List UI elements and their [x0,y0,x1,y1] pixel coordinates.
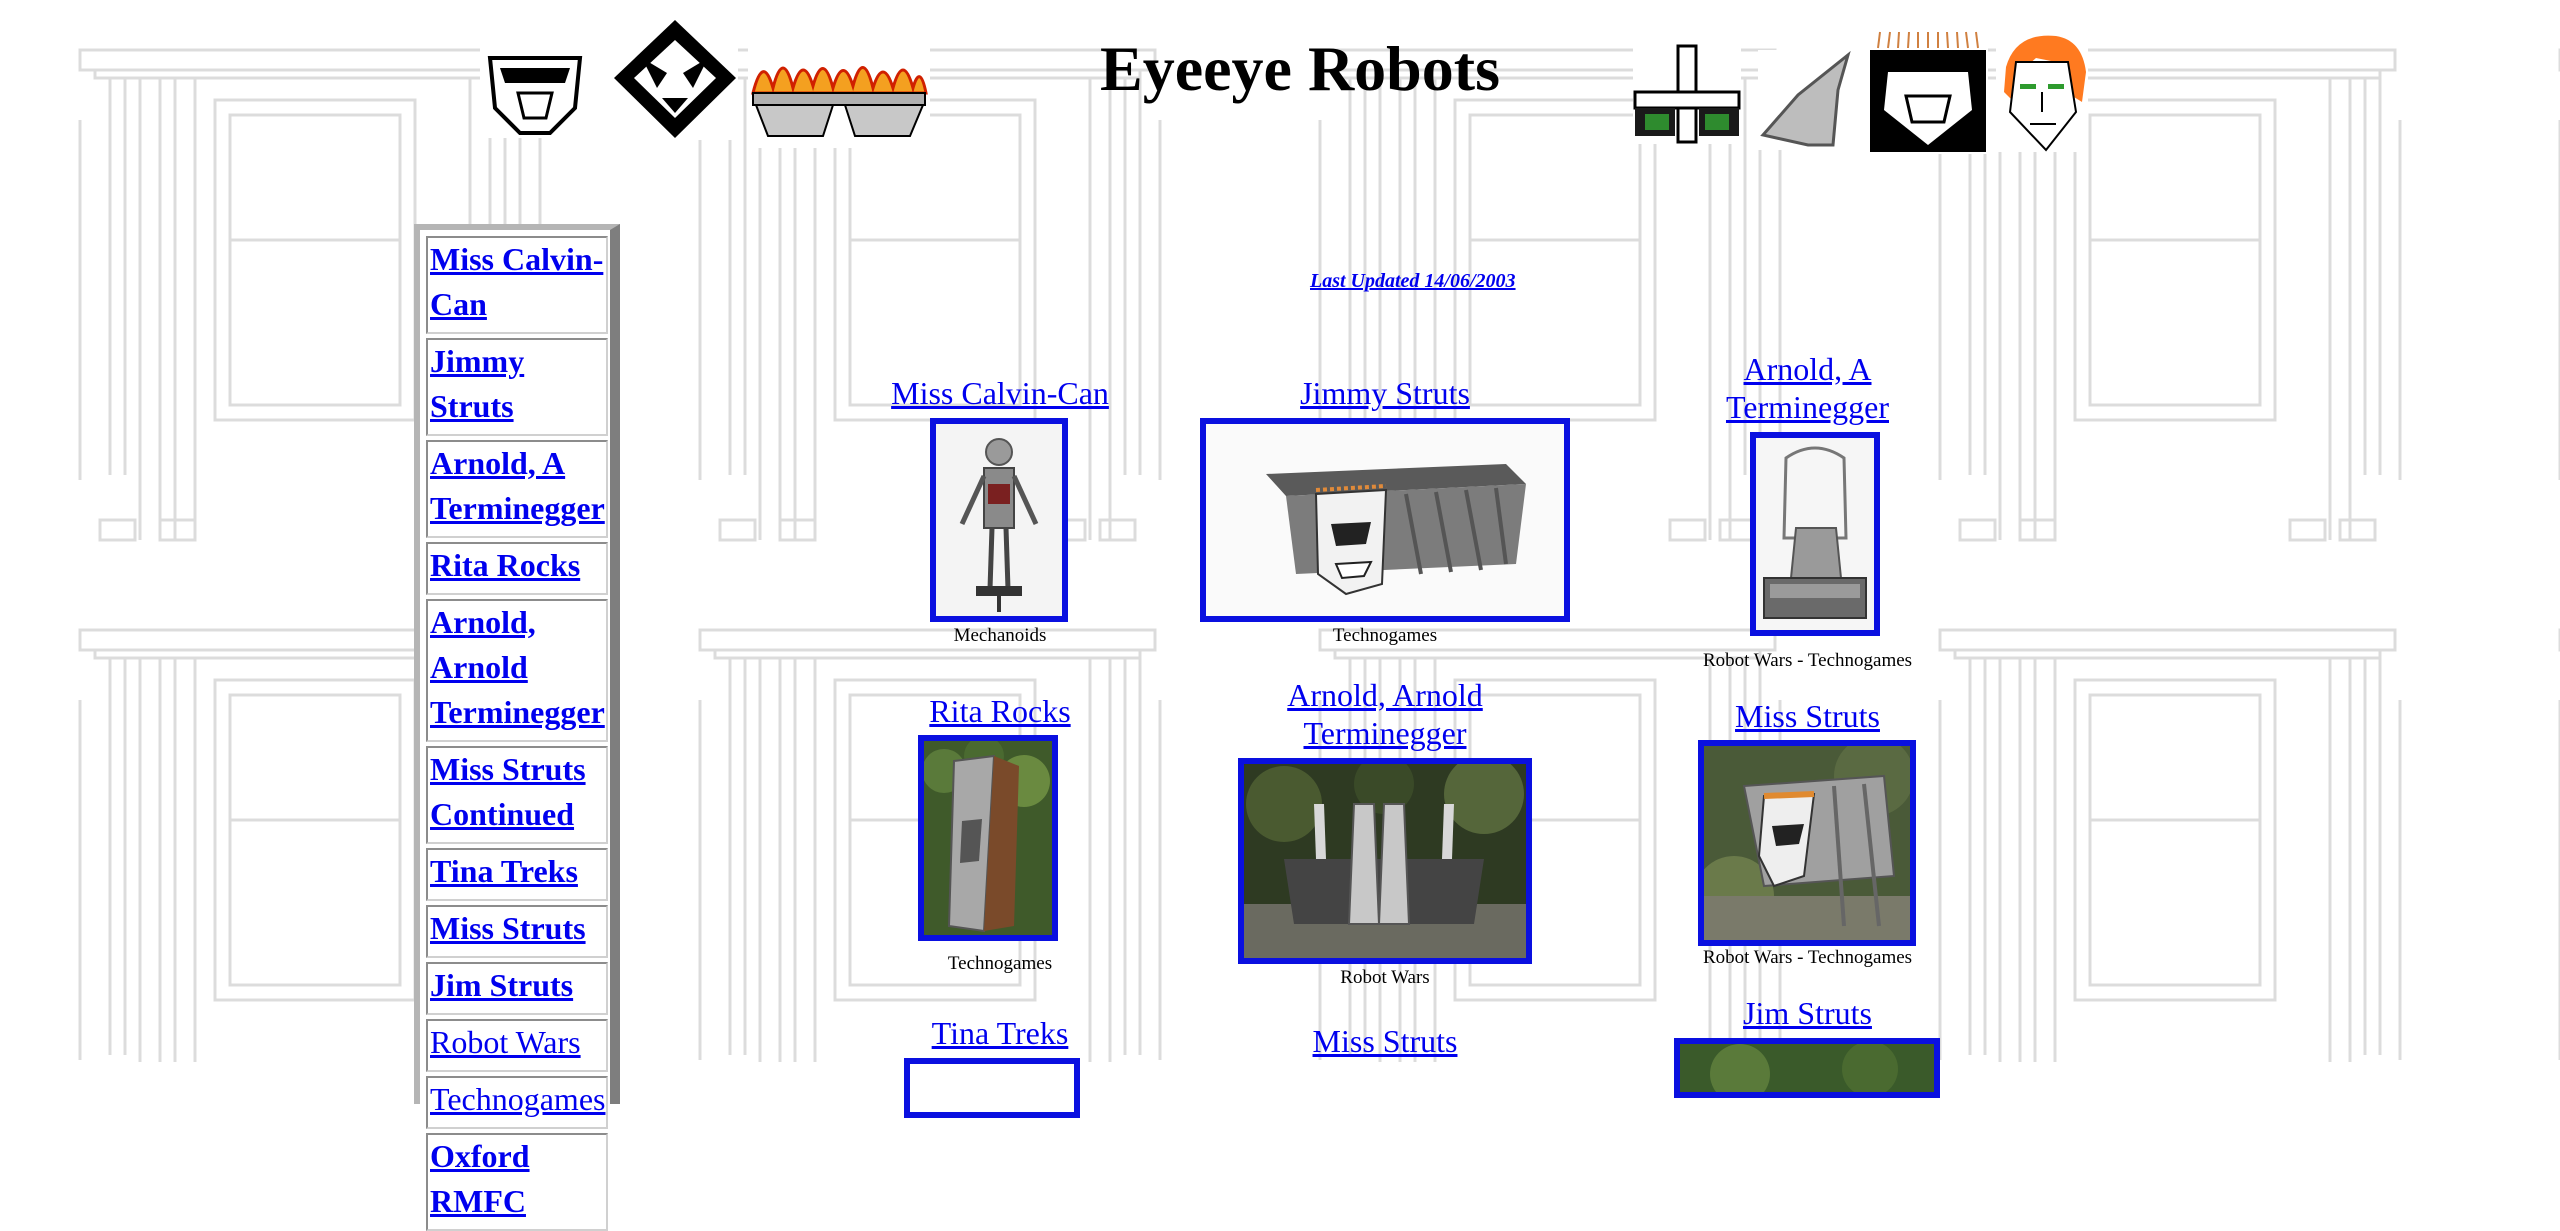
nav-cell: Arnold, A Terminegger [426,440,608,538]
nav-link-rita-rocks[interactable]: Rita Rocks [430,547,580,583]
sidebar-nav: Miss Calvin-Can Jimmy Struts Arnold, A T… [414,224,620,1231]
robot-photo-miss-struts[interactable] [1698,740,1916,946]
spiky-hair-robot-icon [1868,30,1988,154]
wedge-robot-icon [1758,50,1858,150]
robot-title-miss-struts-row3[interactable]: Miss Struts [1240,1022,1530,1060]
robot-photo-jim-struts[interactable] [1674,1038,1940,1098]
nav-link-miss-calvin-can[interactable]: Miss Calvin-Can [430,241,603,322]
nav-link-miss-struts-continued[interactable]: Miss Struts Continued [430,751,586,832]
site-title: Eyeeye Robots [1100,33,1500,104]
flame-robot-icon [748,48,930,148]
nav-cell: Technogames [426,1076,608,1129]
robot-title-jimmy-struts[interactable]: Jimmy Struts [1200,374,1570,412]
nav-cell: Rita Rocks [426,542,608,595]
robot-title-arnold-arnold-terminegger[interactable]: Arnold, Arnold Terminegger [1240,676,1530,752]
robot-caption: Technogames [947,953,1053,974]
last-updated-link[interactable]: Last Updated 14/06/2003 [1310,270,1516,293]
robot-face-mask-icon [480,48,590,138]
nav-cell: Robot Wars [426,1019,608,1072]
nav-link-arnold-a-terminegger[interactable]: Arnold, A Terminegger [430,445,605,526]
robot-face-diamond-icon [612,18,738,140]
robot-photo-miss-calvin-can[interactable] [930,418,1068,622]
strut-robot-icon [1633,44,1741,144]
nav-cell: Arnold, Arnold Terminegger [426,599,608,742]
nav-cell: Oxford RMFC [426,1133,608,1231]
nav-link-jim-struts[interactable]: Jim Struts [430,967,573,1003]
nav-link-miss-struts[interactable]: Miss Struts [430,910,586,946]
nav-link-robot-wars[interactable]: Robot Wars [430,1024,581,1060]
nav-link-tina-treks[interactable]: Tina Treks [430,853,578,889]
robot-caption: Robot Wars - Technogames [1702,650,1913,671]
robot-caption: Mechanoids [953,625,1047,646]
robot-photo-tina-treks[interactable] [904,1058,1080,1118]
robot-photo-arnold-arnold-terminegger[interactable] [1238,758,1532,964]
nav-link-jimmy-struts[interactable]: Jimmy Struts [430,343,524,424]
robot-title-tina-treks[interactable]: Tina Treks [880,1014,1120,1052]
robot-photo-arnold-a-terminegger[interactable] [1750,432,1880,636]
robot-title-rita-rocks[interactable]: Rita Rocks [880,692,1120,730]
robot-title-arnold-a-terminegger[interactable]: Arnold, A Terminegger [1700,350,1915,426]
robot-title-miss-calvin-can[interactable]: Miss Calvin-Can [880,374,1120,412]
robot-caption: Robot Wars - Technogames [1702,947,1913,968]
nav-link-technogames[interactable]: Technogames [430,1081,605,1117]
robot-title-jim-struts[interactable]: Jim Struts [1700,994,1915,1032]
orange-hair-face-icon [1996,32,2088,152]
nav-cell: Jim Struts [426,962,608,1015]
nav-cell: Miss Struts [426,905,608,958]
nav-link-oxford-rmfc[interactable]: Oxford RMFC [430,1138,530,1219]
nav-cell: Tina Treks [426,848,608,901]
nav-cell: Miss Calvin-Can [426,236,608,334]
nav-cell: Miss Struts Continued [426,746,608,844]
nav-cell: Jimmy Struts [426,338,608,436]
robot-photo-jimmy-struts[interactable] [1200,418,1570,622]
robot-caption: Robot Wars [1340,967,1430,988]
robot-caption: Technogames [1332,625,1438,646]
nav-link-arnold-arnold-terminegger[interactable]: Arnold, Arnold Terminegger [430,604,605,730]
robot-title-miss-struts[interactable]: Miss Struts [1700,697,1915,735]
robot-photo-rita-rocks[interactable] [918,735,1058,941]
